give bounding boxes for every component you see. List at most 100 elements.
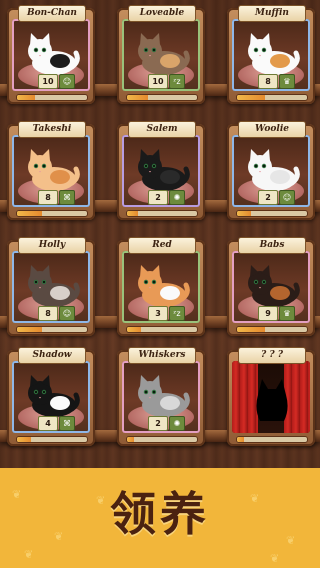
level-badge: 9 ♛	[258, 306, 295, 321]
cat-card[interactable]: 4 ⌘ Shadow	[7, 347, 95, 446]
cat-bed: 2 ✺	[122, 135, 200, 207]
cat-name: Muffin	[238, 5, 306, 22]
level-badge: 8 ☺	[38, 306, 75, 321]
progress-bar	[16, 210, 88, 217]
cat-portrait	[248, 33, 300, 75]
cat-level: 4	[38, 416, 58, 431]
cat-name: Salem	[128, 121, 196, 138]
progress-bar	[126, 436, 198, 443]
cat-bed: 4 ⌘	[12, 361, 90, 433]
sleep-icon: ᶻz	[169, 74, 185, 89]
cat-bed: 8 ⌘	[12, 135, 90, 207]
cat-card[interactable]: 10 ᶻz Loveable	[117, 5, 205, 104]
paw-box-icon: ⌘	[59, 190, 75, 205]
cat-name: Red	[128, 237, 196, 254]
cat-card[interactable]: 2 ☺ Woolie	[227, 121, 315, 220]
level-badge: 4 ⌘	[38, 416, 75, 431]
cat-portrait	[248, 265, 300, 307]
paw-icon: ❦	[24, 548, 34, 561]
sleep-icon: ᶻz	[169, 306, 185, 321]
cat-portrait	[138, 375, 190, 417]
cat-bed: 2 ☺	[232, 135, 310, 207]
cat-bed: 3 ᶻz	[122, 251, 200, 323]
cat-name: Holly	[18, 237, 86, 254]
progress-fill	[127, 437, 134, 442]
cat-card[interactable]: 8 ♛ Muffin	[227, 5, 315, 104]
progress-fill	[17, 327, 42, 332]
level-badge: 2 ✺	[148, 190, 185, 205]
progress-fill	[127, 211, 138, 216]
cat-name: Loveable	[128, 5, 196, 22]
cat-name: Bon-Chan	[18, 5, 86, 22]
paw-icon: ❦	[270, 552, 280, 565]
cat-level: 8	[258, 74, 278, 89]
cat-level: 2	[148, 416, 168, 431]
progress-bar	[16, 326, 88, 333]
cat-portrait	[138, 149, 190, 191]
progress-bar	[236, 436, 308, 443]
cat-bed: 8 ♛	[232, 19, 310, 91]
level-badge: 2 ✺	[148, 416, 185, 431]
cat-name: Whiskers	[128, 347, 196, 364]
cat-portrait	[138, 265, 190, 307]
cat-card[interactable]: 2 ✺ Whiskers	[117, 347, 205, 446]
progress-bar	[126, 326, 198, 333]
cat-card[interactable]: 2 ✺ Salem	[117, 121, 205, 220]
progress-fill	[237, 327, 265, 332]
progress-fill	[17, 437, 31, 442]
progress-bar	[16, 94, 88, 101]
progress-fill	[17, 95, 35, 100]
progress-bar	[236, 210, 308, 217]
cat-level: 2	[148, 190, 168, 205]
cat-silhouette	[256, 379, 288, 421]
cat-card[interactable]: 10 ☺ Bon-Chan	[7, 5, 95, 104]
progress-bar	[126, 210, 198, 217]
progress-fill	[127, 327, 141, 332]
cat-name: Babs	[238, 237, 306, 254]
smile-icon: ☺	[59, 74, 75, 89]
cat-bed: 2 ✺	[122, 361, 200, 433]
cat-level: 9	[258, 306, 278, 321]
progress-fill	[237, 95, 265, 100]
cat-portrait	[28, 149, 80, 191]
smile-icon: ☺	[59, 306, 75, 321]
cat-bed: 9 ♛	[232, 251, 310, 323]
level-badge: 8 ♛	[258, 74, 295, 89]
level-badge: 3 ᶻz	[148, 306, 185, 321]
cat-portrait	[248, 149, 300, 191]
cat-level: 3	[148, 306, 168, 321]
adopt-button-label[interactable]: 领养	[0, 478, 320, 544]
paw-box-icon: ⌘	[59, 416, 75, 431]
level-badge: 10 ☺	[38, 74, 75, 89]
cat-level: 2	[258, 190, 278, 205]
progress-fill	[17, 211, 42, 216]
level-badge: 8 ⌘	[38, 190, 75, 205]
cat-level: 10	[38, 74, 58, 89]
cat-bed: 10 ☺	[12, 19, 90, 91]
yarn-icon: ✺	[169, 190, 185, 205]
level-badge: 2 ☺	[258, 190, 295, 205]
curtain	[232, 361, 310, 433]
progress-bar	[16, 436, 88, 443]
cat-level: 10	[148, 74, 168, 89]
cat-bed: 10 ᶻz	[122, 19, 200, 91]
level-badge: 10 ᶻz	[148, 74, 185, 89]
cat-name: Woolie	[238, 121, 306, 138]
cat-name: Shadow	[18, 347, 86, 364]
locked-cat-slot[interactable]: ? ? ?	[227, 347, 315, 446]
cat-card[interactable]: 8 ⌘ Takeshi	[7, 121, 95, 220]
cat-card[interactable]: 9 ♛ Babs	[227, 237, 315, 336]
cat-card[interactable]: 8 ☺ Holly	[7, 237, 95, 336]
progress-bar	[236, 94, 308, 101]
crown-icon: ♛	[279, 306, 295, 321]
cat-level: 8	[38, 306, 58, 321]
cat-portrait	[28, 265, 80, 307]
cat-level: 8	[38, 190, 58, 205]
cat-portrait	[138, 33, 190, 75]
cat-portrait	[28, 33, 80, 75]
cat-card[interactable]: 3 ᶻz Red	[117, 237, 205, 336]
cat-portrait	[28, 375, 80, 417]
yarn-icon: ✺	[169, 416, 185, 431]
progress-bar	[236, 326, 308, 333]
progress-fill	[237, 211, 251, 216]
